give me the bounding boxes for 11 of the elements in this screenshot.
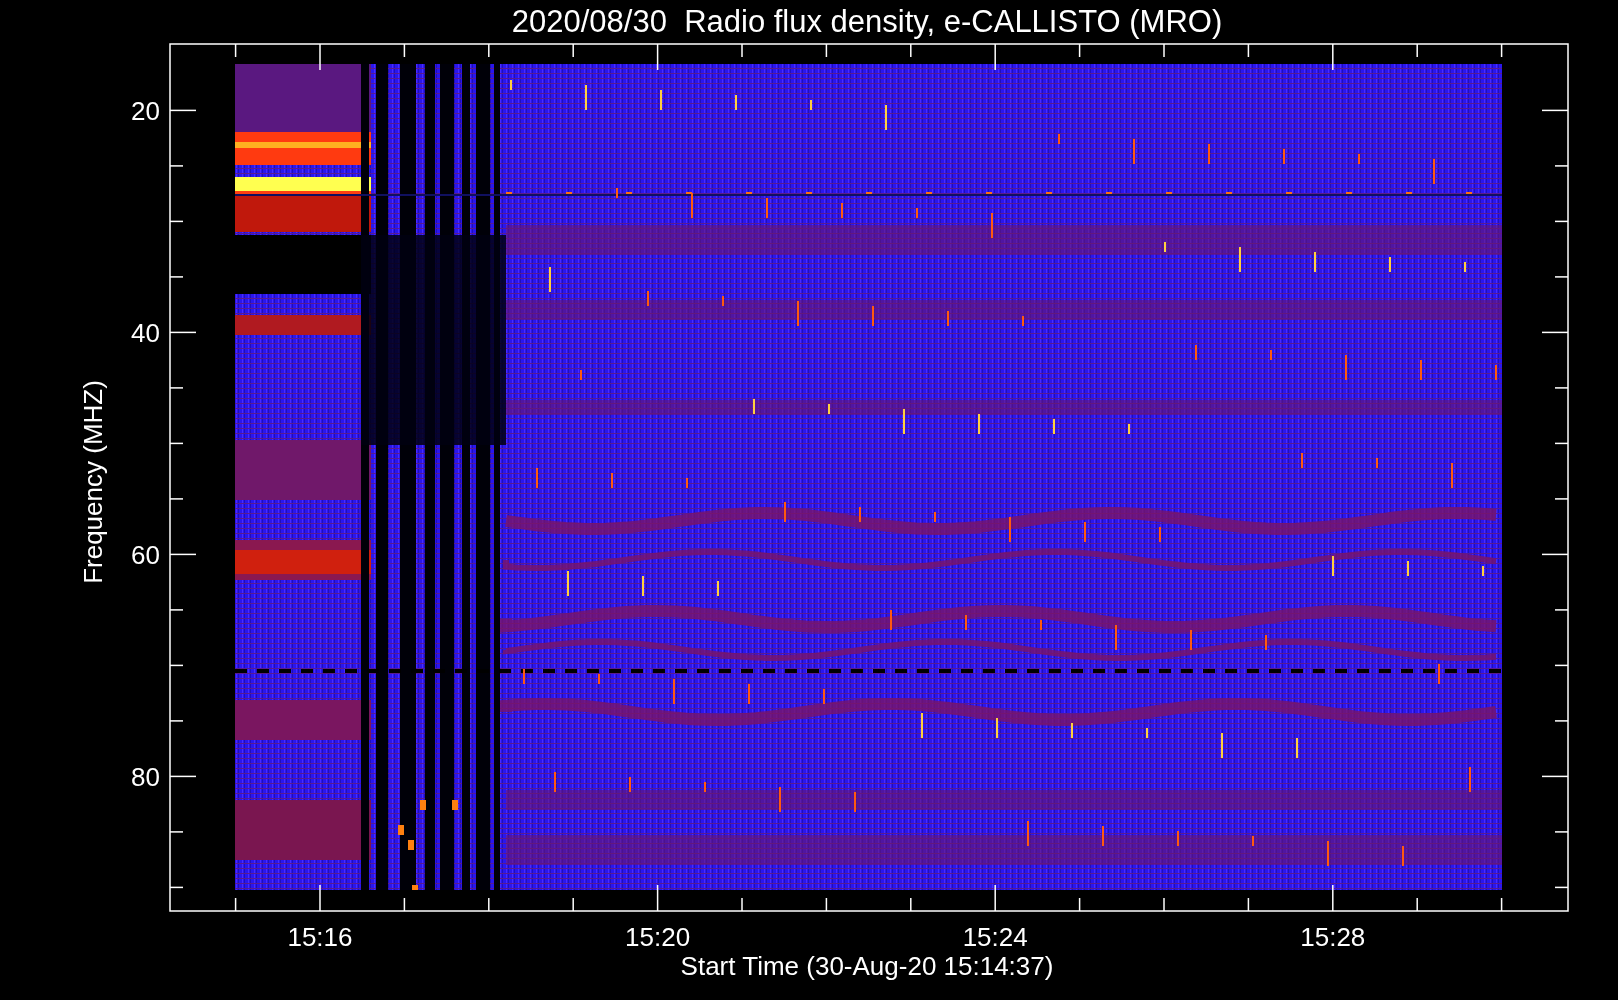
y-axis-label: Frequency (MHZ) (78, 380, 108, 584)
chart-title: 2020/08/30 Radio flux density, e-CALLISTO (MRO) (511, 4, 1223, 39)
tick-label: 15:28 (1300, 922, 1366, 952)
tick-label: 15:24 (962, 922, 1028, 952)
tick-label: 80 (131, 762, 160, 793)
tick-label: 60 (131, 540, 160, 571)
tick-label: 20 (131, 96, 160, 127)
tick-label: 15:20 (625, 922, 691, 952)
tick-label: 40 (131, 318, 160, 349)
x-axis-label: Start Time (30-Aug-20 15:14:37) (680, 951, 1054, 981)
tick-label: 15:16 (287, 922, 353, 952)
